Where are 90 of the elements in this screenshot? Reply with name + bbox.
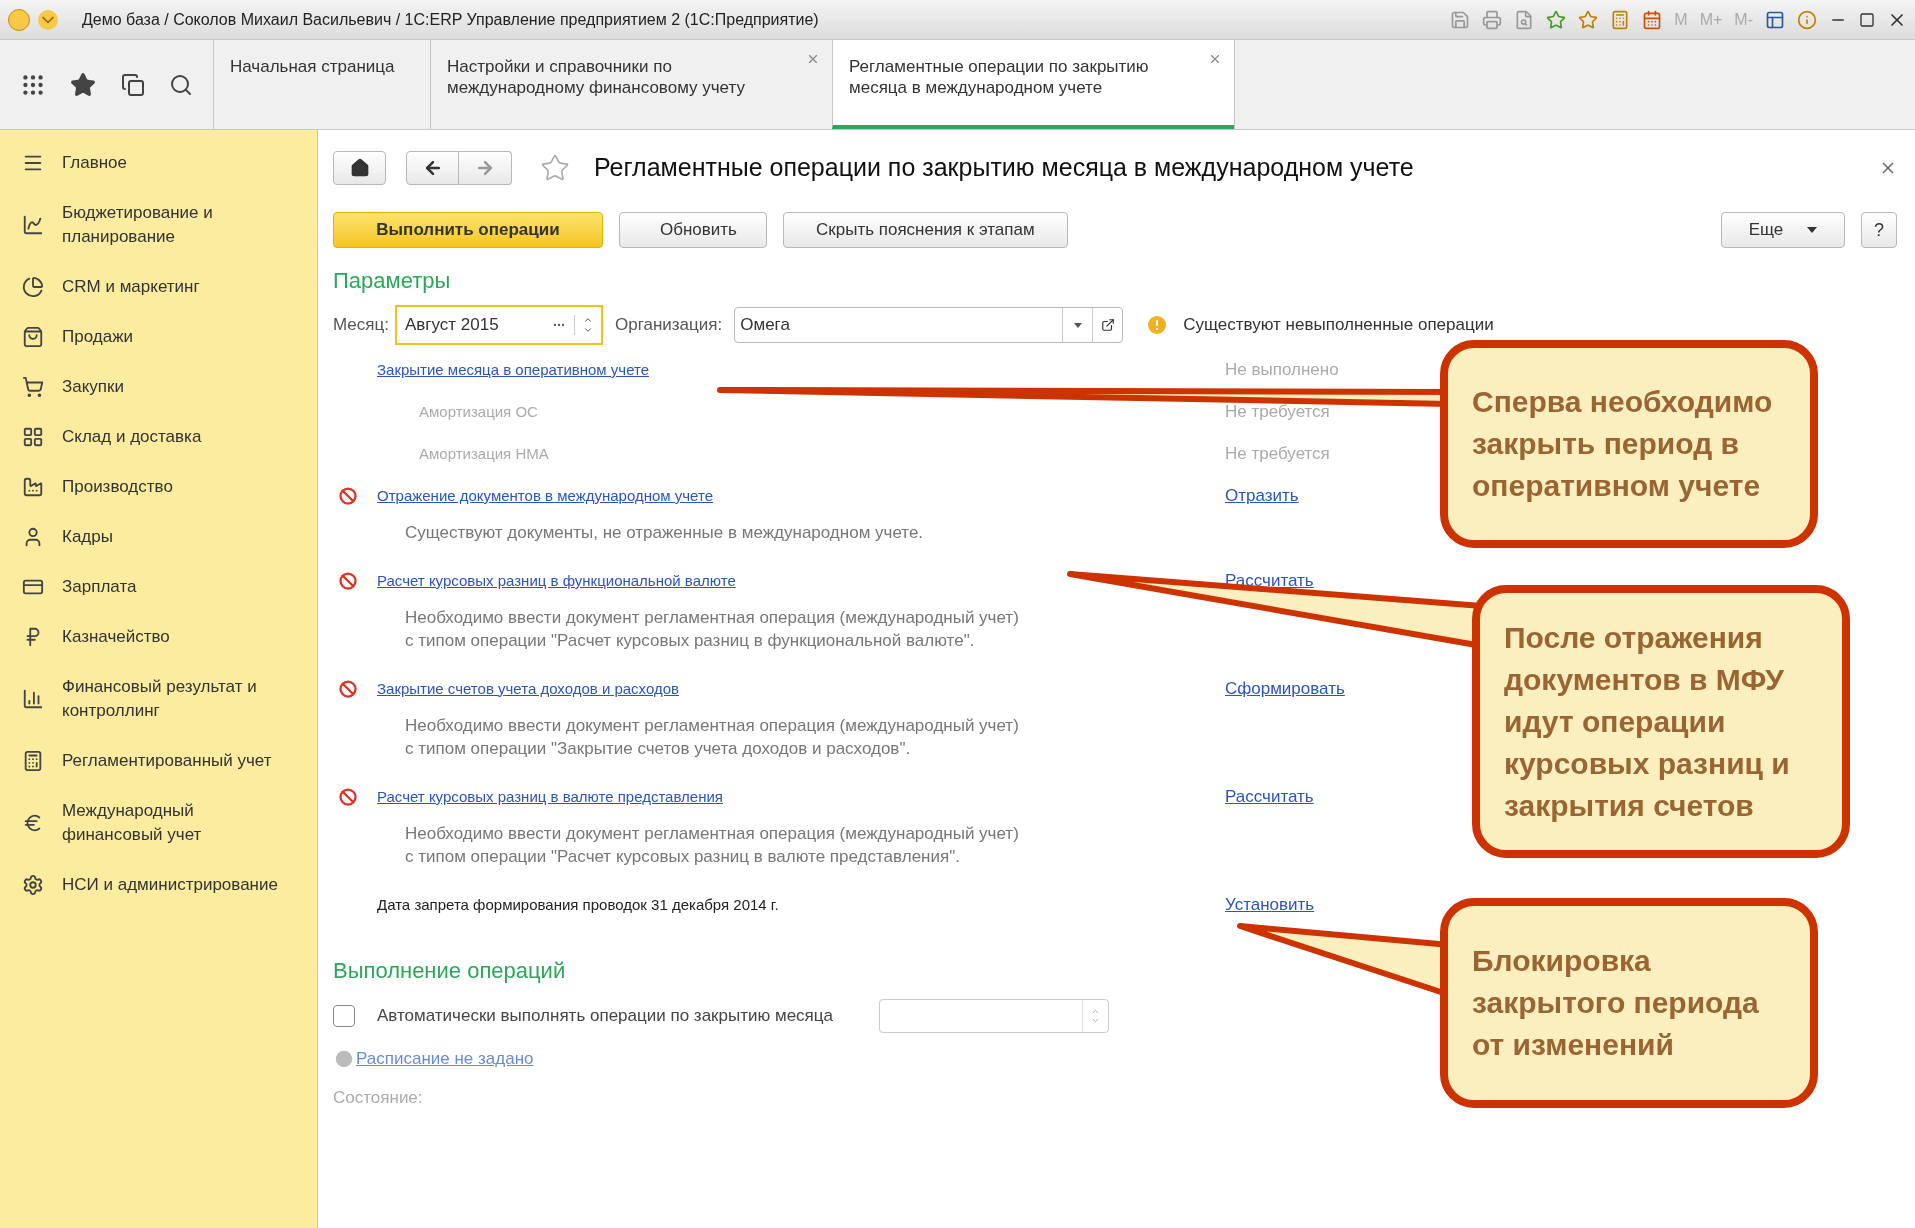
printer-icon[interactable]	[1482, 9, 1503, 30]
dropdown-icon[interactable]	[38, 9, 58, 30]
warning-text: Существуют невыполненные операции	[1183, 314, 1494, 337]
operation-link[interactable]: Закрытие месяца в оперативном учете	[377, 358, 650, 382]
home-icon	[349, 158, 370, 178]
app-logo-icon	[8, 8, 30, 31]
sidebar-item[interactable]: Продажи	[62, 325, 133, 349]
back-button[interactable]	[406, 151, 459, 185]
maximize-icon[interactable]	[1859, 11, 1875, 28]
callout: Сперва необходимо закрыть период в оперативном учете	[1440, 340, 1818, 548]
panels-icon[interactable]	[1765, 9, 1785, 30]
error-icon	[339, 572, 357, 590]
window-title: Демо база / Соколов Михаил Васильевич / 1С:ERP Управление предприятием 2 (1С:Предприятие)	[82, 9, 819, 30]
star-icon[interactable]	[1578, 9, 1599, 30]
factory-icon	[22, 476, 44, 498]
field-label: Организация:	[615, 314, 723, 337]
checkbox[interactable]	[333, 1005, 355, 1027]
sidebar-item[interactable]: Международный финансовый учет	[62, 799, 297, 847]
action-link[interactable]: Сформировать	[1225, 679, 1345, 699]
sub-operation-text: Амортизация НМА	[418, 443, 549, 464]
favorites-icon[interactable]	[70, 71, 97, 98]
status-text: Не выполнено	[1225, 360, 1339, 380]
favorite-star-icon[interactable]	[540, 153, 570, 183]
sidebar-item[interactable]: Финансовый результат и контроллинг	[62, 675, 297, 723]
sidebar-item[interactable]: Казначейство	[62, 625, 170, 649]
operation-link[interactable]: Расчет курсовых разниц в функциональной валюте	[377, 569, 736, 593]
operation-note: Необходимо ввести документ регламентная операция (международный учет) с типом операции "Закрытие счетов учета доходов и расходов".	[405, 715, 1019, 760]
save-icon[interactable]	[1450, 9, 1471, 30]
sidebar-item[interactable]: Зарплата	[62, 575, 137, 599]
toolbar-button[interactable]: Скрыть пояснения к этапам	[783, 212, 1068, 248]
section-heading: Параметры	[333, 267, 452, 295]
operation-link[interactable]: Расчет курсовых разниц в валюте представления	[377, 785, 723, 809]
month-field[interactable]: Август 2015	[395, 305, 603, 345]
bag-icon	[22, 326, 44, 348]
field-label: Месяц:	[333, 314, 389, 337]
cart-icon	[22, 376, 44, 398]
action-link[interactable]: Рассчитать	[1225, 787, 1314, 807]
section-heading: Выполнение операций	[333, 957, 566, 985]
open-icon[interactable]	[1100, 318, 1115, 332]
calculator-icon	[22, 750, 44, 772]
operation-note: Необходимо ввести документ регламентная операция (международный учет) с типом операции "Расчет курсовых разниц в валюте представления".	[405, 823, 1019, 868]
calendar-icon[interactable]	[1642, 9, 1663, 30]
dropdown-caret-icon[interactable]	[1073, 322, 1082, 328]
sidebar-item[interactable]: Кадры	[62, 525, 113, 549]
search-icon[interactable]	[168, 72, 193, 97]
info-icon[interactable]	[1797, 9, 1817, 30]
home-button[interactable]	[333, 151, 386, 185]
error-icon	[339, 487, 357, 505]
calculator-icon[interactable]	[1610, 9, 1631, 30]
history-icon[interactable]	[120, 72, 145, 97]
organization-field[interactable]: Омега	[734, 307, 1124, 343]
sub-operation-text: Амортизация ОС	[418, 401, 538, 422]
callout: После отражения документов в МФУ идут операции курсовых разниц и закрытия счетов	[1472, 585, 1850, 858]
sidebar-item[interactable]: Закупки	[62, 375, 124, 399]
sidebar-item[interactable]: Производство	[62, 475, 173, 499]
action-link[interactable]: Установить	[1225, 892, 1315, 918]
sidebar-item[interactable]: Бюджетирование и планирование	[62, 201, 297, 249]
callout: Блокировка закрытого периода от изменений	[1440, 898, 1818, 1108]
tab-close-icon[interactable]	[1208, 52, 1222, 66]
ban-date-text: Дата запрета формирования проводок 31 декабря 2014 г.	[377, 894, 779, 915]
sidebar-item[interactable]: Регламентированный учет	[62, 749, 272, 773]
sidebar-item[interactable]: CRM и маркетинг	[62, 275, 200, 299]
form-title: Регламентные операции по закрытию месяца в международном учете	[594, 152, 1414, 184]
tab-close-icon[interactable]	[806, 52, 820, 66]
sidebar-item[interactable]: Склад и доставка	[62, 425, 202, 449]
operation-note: Существуют документы, не отраженные в международном учете.	[405, 522, 924, 544]
status-text: Не требуется	[1225, 443, 1330, 466]
state-label: Состояние:	[333, 1087, 423, 1109]
star-icon[interactable]	[1546, 9, 1567, 30]
sidebar-item[interactable]: Главное	[62, 151, 127, 175]
checkbox-label: Автоматически выполнять операции по закрытию месяца	[377, 1005, 833, 1028]
sidebar-item[interactable]: НСИ и администрирование	[62, 873, 278, 897]
status-text: Не требуется	[1225, 401, 1330, 424]
grid-icon	[22, 426, 44, 448]
number-field[interactable]	[879, 999, 1109, 1033]
toolbar-button[interactable]: Выполнить операции	[333, 212, 603, 248]
more-button[interactable]: Еще	[1721, 212, 1845, 248]
operation-link[interactable]: Закрытие счетов учета доходов и расходов	[377, 677, 680, 701]
error-icon	[339, 788, 357, 806]
chart-icon	[22, 214, 44, 236]
settings-icon	[22, 874, 44, 896]
error-icon	[339, 680, 357, 698]
action-link[interactable]: Отразить	[1225, 486, 1299, 506]
operation-link[interactable]: Отражение документов в международном учете	[377, 484, 713, 508]
bar-chart-icon	[22, 688, 44, 710]
toolbar-button[interactable]: Обновить	[619, 212, 767, 248]
tab[interactable]: Регламентные операции по закрытию месяца в международном учете	[832, 40, 1234, 129]
pie-chart-icon	[22, 276, 44, 298]
operation-note: Необходимо ввести документ регламентная операция (международный учет) с типом операции "Расчет курсовых разниц в функциональной валюте".	[405, 607, 1019, 652]
help-button[interactable]: ?	[1861, 212, 1897, 248]
